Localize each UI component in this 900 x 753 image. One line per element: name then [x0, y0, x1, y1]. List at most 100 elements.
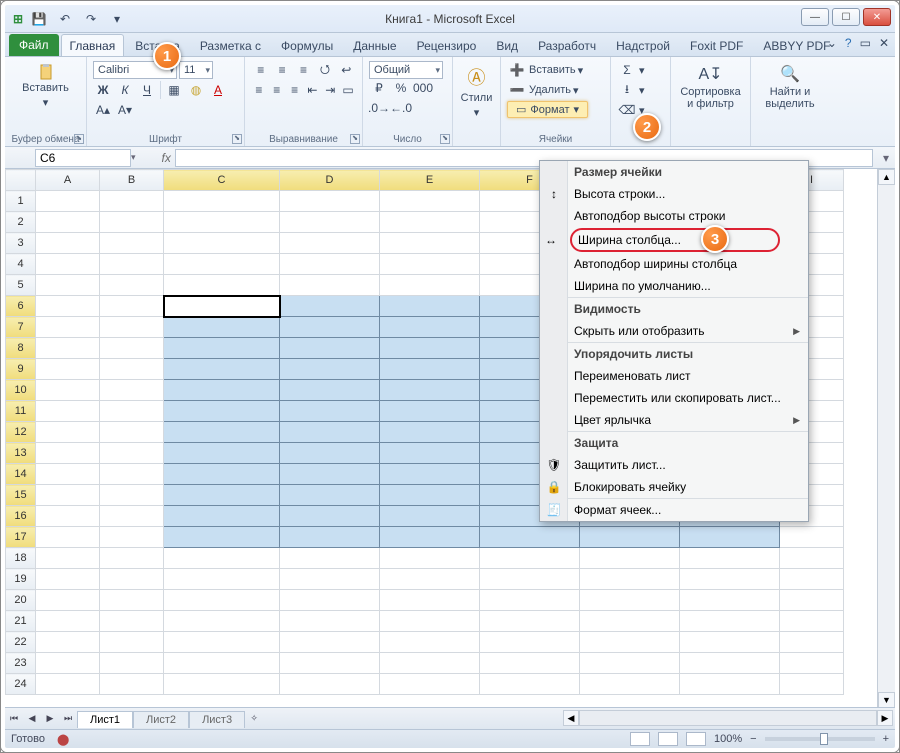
- cells-delete-label[interactable]: Удалить: [529, 84, 571, 96]
- cell-C13[interactable]: [164, 443, 280, 464]
- cell-H21[interactable]: [680, 611, 780, 632]
- number-launcher-icon[interactable]: ⬊: [440, 134, 450, 144]
- align-middle-icon[interactable]: ≡: [272, 61, 291, 79]
- cells-insert-label[interactable]: Вставить: [529, 64, 576, 76]
- cell-G21[interactable]: [580, 611, 680, 632]
- cell-A17[interactable]: [36, 527, 100, 548]
- align-right-icon[interactable]: ≡: [287, 81, 303, 99]
- view-pagebreak-icon[interactable]: [686, 732, 706, 746]
- horizontal-scrollbar[interactable]: ◀ ▶: [563, 707, 893, 729]
- cell-E7[interactable]: [380, 317, 480, 338]
- maximize-button[interactable]: ☐: [832, 8, 860, 26]
- row-header-5[interactable]: 5: [6, 275, 36, 296]
- cell-D14[interactable]: [280, 464, 380, 485]
- cell-E15[interactable]: [380, 485, 480, 506]
- comma-icon[interactable]: 000: [413, 79, 433, 97]
- align-left-icon[interactable]: ≡: [251, 81, 267, 99]
- cell-D16[interactable]: [280, 506, 380, 527]
- font-color-icon[interactable]: A: [208, 81, 228, 99]
- cells-delete-icon[interactable]: ➖: [507, 81, 527, 99]
- save-icon[interactable]: 💾: [29, 10, 49, 28]
- tab-home[interactable]: Главная: [61, 34, 125, 56]
- minimize-ribbon-icon[interactable]: ⌄: [827, 36, 837, 50]
- cell-C3[interactable]: [164, 233, 280, 254]
- col-header-D[interactable]: D: [280, 170, 380, 191]
- select-all-corner[interactable]: [6, 170, 36, 191]
- cell-H20[interactable]: [680, 590, 780, 611]
- cell-F22[interactable]: [480, 632, 580, 653]
- cell-A3[interactable]: [36, 233, 100, 254]
- cell-E3[interactable]: [380, 233, 480, 254]
- cell-G19[interactable]: [580, 569, 680, 590]
- cell-C22[interactable]: [164, 632, 280, 653]
- cell-D17[interactable]: [280, 527, 380, 548]
- cell-C10[interactable]: [164, 380, 280, 401]
- row-header-12[interactable]: 12: [6, 422, 36, 443]
- row-header-1[interactable]: 1: [6, 191, 36, 212]
- menu-lock-cell[interactable]: 🔒Блокировать ячейку: [540, 476, 808, 498]
- cell-A24[interactable]: [36, 674, 100, 695]
- cell-F24[interactable]: [480, 674, 580, 695]
- formula-bar-expand-icon[interactable]: ▾: [877, 151, 895, 165]
- macro-record-icon[interactable]: ⬤: [57, 733, 69, 746]
- cell-E5[interactable]: [380, 275, 480, 296]
- cell-G20[interactable]: [580, 590, 680, 611]
- sheet-nav-prev-icon[interactable]: ◀: [23, 710, 41, 728]
- col-header-E[interactable]: E: [380, 170, 480, 191]
- cell-E19[interactable]: [380, 569, 480, 590]
- cell-B3[interactable]: [100, 233, 164, 254]
- cell-C18[interactable]: [164, 548, 280, 569]
- cell-F18[interactable]: [480, 548, 580, 569]
- cell-B9[interactable]: [100, 359, 164, 380]
- cell-C4[interactable]: [164, 254, 280, 275]
- view-layout-icon[interactable]: [658, 732, 678, 746]
- cell-I19[interactable]: [780, 569, 844, 590]
- cell-C15[interactable]: [164, 485, 280, 506]
- cell-E2[interactable]: [380, 212, 480, 233]
- cell-G18[interactable]: [580, 548, 680, 569]
- menu-row-height[interactable]: ↕Высота строки...: [540, 183, 808, 205]
- row-header-6[interactable]: 6: [6, 296, 36, 317]
- vertical-scrollbar[interactable]: ▲ ▼: [877, 169, 895, 708]
- cell-F23[interactable]: [480, 653, 580, 674]
- cell-B14[interactable]: [100, 464, 164, 485]
- tab-formulas[interactable]: Формулы: [272, 34, 342, 56]
- cell-A12[interactable]: [36, 422, 100, 443]
- cell-E20[interactable]: [380, 590, 480, 611]
- sheet-nav-last-icon[interactable]: ⏭: [59, 710, 77, 728]
- percent-icon[interactable]: %: [391, 79, 411, 97]
- cell-B7[interactable]: [100, 317, 164, 338]
- cell-B22[interactable]: [100, 632, 164, 653]
- styles-button[interactable]: Ⓐ Стили▾: [459, 61, 494, 122]
- cell-C6[interactable]: [164, 296, 280, 317]
- cell-C16[interactable]: [164, 506, 280, 527]
- row-header-2[interactable]: 2: [6, 212, 36, 233]
- cell-A5[interactable]: [36, 275, 100, 296]
- format-button[interactable]: ▭Формат▾: [507, 101, 588, 118]
- currency-icon[interactable]: ₽: [369, 79, 389, 97]
- sheet-tab-2[interactable]: Лист2: [133, 711, 189, 728]
- cell-C5[interactable]: [164, 275, 280, 296]
- zoom-out-icon[interactable]: −: [750, 733, 756, 745]
- col-header-C[interactable]: C: [164, 170, 280, 191]
- cell-B2[interactable]: [100, 212, 164, 233]
- menu-column-width[interactable]: ↔Ширина столбца...: [570, 228, 780, 252]
- bold-icon[interactable]: Ж: [93, 81, 113, 99]
- zoom-value[interactable]: 100%: [714, 733, 742, 745]
- cell-I23[interactable]: [780, 653, 844, 674]
- cell-E24[interactable]: [380, 674, 480, 695]
- cell-H24[interactable]: [680, 674, 780, 695]
- cell-B12[interactable]: [100, 422, 164, 443]
- cell-B23[interactable]: [100, 653, 164, 674]
- cell-C2[interactable]: [164, 212, 280, 233]
- cell-B21[interactable]: [100, 611, 164, 632]
- name-box[interactable]: [35, 149, 131, 167]
- tab-developer[interactable]: Разработч: [529, 34, 605, 56]
- row-header-4[interactable]: 4: [6, 254, 36, 275]
- italic-icon[interactable]: К: [115, 81, 135, 99]
- cell-A8[interactable]: [36, 338, 100, 359]
- cell-C11[interactable]: [164, 401, 280, 422]
- cell-G22[interactable]: [580, 632, 680, 653]
- cell-A22[interactable]: [36, 632, 100, 653]
- cell-B6[interactable]: [100, 296, 164, 317]
